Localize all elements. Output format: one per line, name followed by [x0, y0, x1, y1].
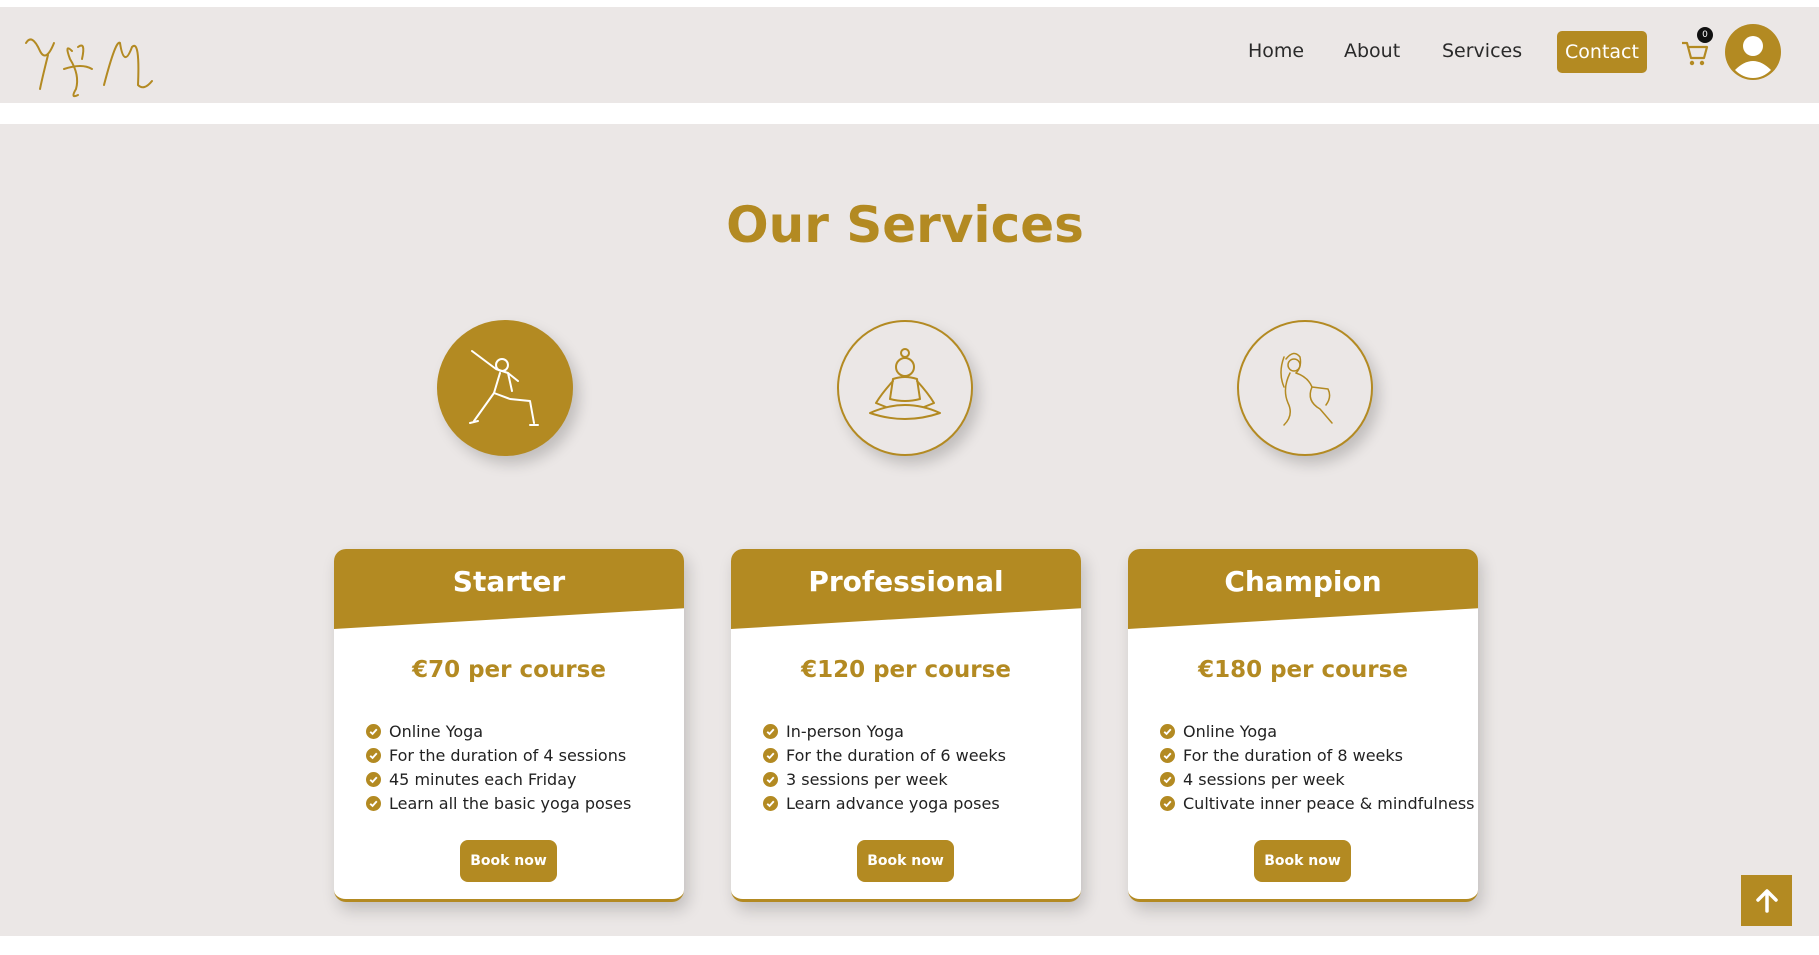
feature-text: In-person Yoga	[786, 721, 904, 741]
yoga-advanced-pose-icon	[1237, 320, 1373, 456]
yoga-meditation-icon	[837, 320, 973, 456]
check-icon	[1160, 795, 1175, 811]
check-icon	[763, 747, 778, 763]
book-now-button[interactable]: Book now	[857, 840, 954, 882]
feature-list: Online Yoga For the duration of 4 sessio…	[366, 719, 631, 815]
cart-count-badge: 0	[1697, 27, 1713, 43]
feature-item: 4 sessions per week	[1160, 767, 1474, 791]
check-icon	[1160, 771, 1175, 787]
scroll-to-top-button[interactable]	[1741, 875, 1792, 926]
feature-text: 45 minutes each Friday	[389, 769, 577, 789]
arrow-up-icon	[1755, 888, 1778, 913]
feature-item: Cultivate inner peace & mindfulness	[1160, 791, 1474, 815]
feature-item: In-person Yoga	[763, 719, 1006, 743]
feature-item: Online Yoga	[366, 719, 631, 743]
check-icon	[763, 723, 778, 739]
plan-title: Champion	[1224, 565, 1382, 598]
contact-button[interactable]: Contact	[1557, 31, 1647, 73]
book-now-button[interactable]: Book now	[1254, 840, 1351, 882]
nav-about-link[interactable]: About	[1344, 40, 1400, 62]
book-now-button[interactable]: Book now	[460, 840, 557, 882]
feature-item: Learn advance yoga poses	[763, 791, 1006, 815]
plan-card-starter: Starter €70 per course Online Yoga For t…	[334, 549, 684, 902]
feature-list: In-person Yoga For the duration of 6 wee…	[763, 719, 1006, 815]
feature-text: Learn all the basic yoga poses	[389, 793, 632, 813]
check-icon	[366, 747, 381, 763]
check-icon	[763, 771, 778, 787]
feature-item: 45 minutes each Friday	[366, 767, 631, 791]
feature-text: Online Yoga	[1183, 721, 1278, 741]
user-avatar-icon[interactable]	[1725, 24, 1781, 80]
feature-text: For the duration of 8 weeks	[1183, 745, 1403, 765]
bottom-strip	[0, 936, 1819, 955]
feature-text: For the duration of 6 weeks	[786, 745, 1006, 765]
plan-title: Starter	[452, 565, 566, 598]
plan-price: €180 per course	[1198, 657, 1408, 683]
plan-title: Professional	[808, 565, 1004, 598]
feature-text: 3 sessions per week	[786, 769, 948, 789]
feature-item: For the duration of 4 sessions	[366, 743, 631, 767]
check-icon	[763, 795, 778, 811]
plan-price: €70 per course	[412, 657, 606, 683]
check-icon	[366, 795, 381, 811]
check-icon	[1160, 723, 1175, 739]
section-title: Our Services	[726, 196, 1084, 254]
navbar: Home About Services Contact 0	[0, 7, 1819, 103]
top-strip	[0, 0, 1819, 7]
plan-price: €120 per course	[801, 657, 1011, 683]
feature-list: Online Yoga For the duration of 8 weeks …	[1160, 719, 1474, 815]
plan-card-professional: Professional €120 per course In-person Y…	[731, 549, 1081, 902]
feature-item: For the duration of 8 weeks	[1160, 743, 1474, 767]
feature-item: Learn all the basic yoga poses	[366, 791, 631, 815]
plan-card-champion: Champion €180 per course Online Yoga For…	[1128, 549, 1478, 902]
check-icon	[366, 723, 381, 739]
feature-text: Cultivate inner peace & mindfulness	[1183, 793, 1475, 813]
feature-text: For the duration of 4 sessions	[389, 745, 627, 765]
feature-item: 3 sessions per week	[763, 767, 1006, 791]
feature-item: For the duration of 6 weeks	[763, 743, 1006, 767]
nav-services-link[interactable]: Services	[1442, 40, 1522, 62]
logo[interactable]	[20, 29, 170, 101]
yoga-side-stretch-icon	[437, 320, 573, 456]
nav-home-link[interactable]: Home	[1248, 40, 1304, 62]
feature-text: Learn advance yoga poses	[786, 793, 1000, 813]
check-icon	[366, 771, 381, 787]
feature-text: 4 sessions per week	[1183, 769, 1345, 789]
feature-text: Online Yoga	[389, 721, 484, 741]
header-divider	[0, 103, 1819, 124]
check-icon	[1160, 747, 1175, 763]
feature-item: Online Yoga	[1160, 719, 1474, 743]
